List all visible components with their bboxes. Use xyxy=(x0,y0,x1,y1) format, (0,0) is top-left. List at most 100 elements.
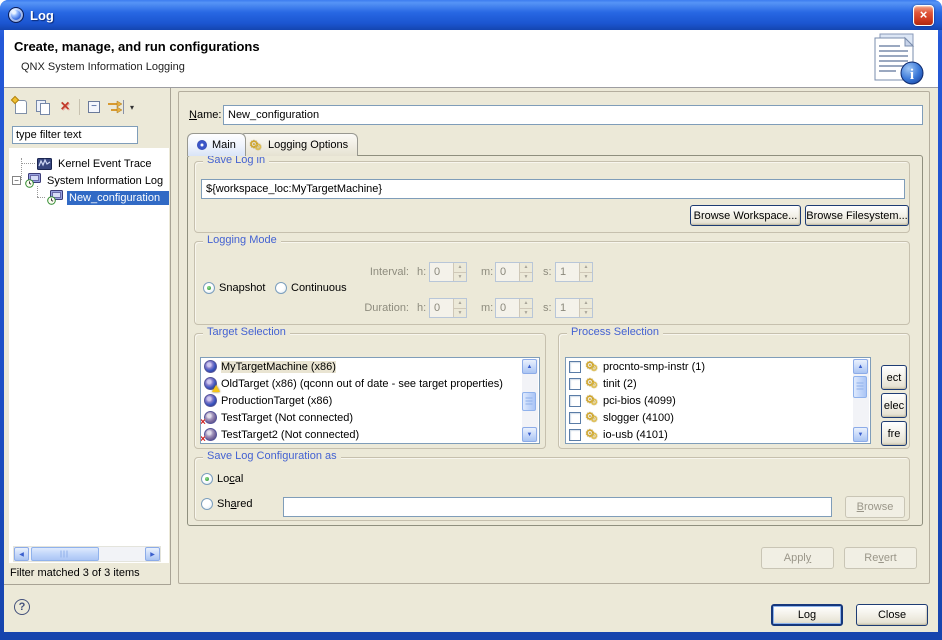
scrollbar-thumb[interactable] xyxy=(522,392,536,411)
save-log-path-input[interactable] xyxy=(201,179,905,199)
tree-item-new-configuration[interactable]: New_configuration xyxy=(9,189,169,206)
delete-icon: × xyxy=(60,100,69,114)
spin-up-icon: ▲ xyxy=(454,299,466,309)
minutes-label: m: xyxy=(481,302,493,314)
titlebar[interactable]: Log × xyxy=(0,0,942,30)
interval-minutes-spinner: 0 ▲▼ xyxy=(495,262,533,282)
scroll-up-button[interactable]: ▲ xyxy=(853,359,868,374)
process-row-io-usb[interactable]: ⚙⚙ io-usb (4101) xyxy=(566,426,870,443)
interval-hours-spinner: 0 ▲▼ xyxy=(429,262,467,282)
configuration-name-input[interactable] xyxy=(223,105,923,125)
local-radio[interactable]: Local xyxy=(201,473,243,485)
duration-seconds-spinner: 1 ▲▼ xyxy=(555,298,593,318)
spin-down-icon: ▼ xyxy=(520,309,532,318)
process-checkbox[interactable] xyxy=(569,412,581,424)
configuration-editor: Name: Main ⚙⚙ Logging Options Save Log i… xyxy=(178,91,930,584)
target-row-testtarget[interactable]: × TestTarget (Not connected) xyxy=(201,409,539,426)
minutes-label: m: xyxy=(481,266,493,278)
filter-input[interactable] xyxy=(12,126,138,144)
button-bar: ? Log Close xyxy=(4,585,938,632)
radio-icon xyxy=(275,282,287,294)
kernel-event-trace-icon xyxy=(37,157,52,171)
process-checkbox[interactable] xyxy=(569,378,581,390)
process-checkbox[interactable] xyxy=(569,361,581,373)
target-connected-icon xyxy=(204,394,217,407)
spin-down-icon: ▼ xyxy=(580,273,592,282)
browse-workspace-button[interactable]: Browse Workspace... xyxy=(690,205,801,226)
duration-hours-spinner: 0 ▲▼ xyxy=(429,298,467,318)
tree-item-system-information-log[interactable]: − System Information Log xyxy=(9,172,169,189)
spin-up-icon: ▲ xyxy=(580,299,592,309)
collapse-all-button[interactable]: − xyxy=(83,97,105,117)
process-row-pci-bios[interactable]: ⚙⚙ pci-bios (4099) xyxy=(566,392,870,409)
dropdown-caret-icon: ▾ xyxy=(130,103,134,112)
help-icon-glyph: ? xyxy=(19,601,26,613)
spin-down-icon: ▼ xyxy=(454,309,466,318)
process-list-scrollbar[interactable]: ▲ ▼ xyxy=(853,359,869,442)
continuous-radio[interactable]: Continuous xyxy=(275,282,347,294)
tree-horizontal-scrollbar[interactable]: ◀ ▶ xyxy=(13,546,161,562)
delete-configuration-button[interactable]: × xyxy=(54,97,76,117)
target-connected-icon xyxy=(204,360,217,373)
configurations-tree: Kernel Event Trace − System Information … xyxy=(9,148,169,563)
browse-filesystem-button[interactable]: Browse Filesystem... xyxy=(805,205,909,226)
select-all-button-clipped[interactable]: ect xyxy=(881,365,907,390)
logging-mode-group: Logging Mode Snapshot Continuous Interva… xyxy=(194,241,910,325)
target-row-oldtarget[interactable]: OldTarget (x86) (qconn out of date - see… xyxy=(201,375,539,392)
browse-shared-button: Browse xyxy=(845,496,905,518)
deselect-all-button-clipped[interactable]: elec xyxy=(881,393,907,418)
banner: Create, manage, and run configurations Q… xyxy=(4,30,938,88)
process-icon: ⚙⚙ xyxy=(585,394,599,407)
process-row-slogger[interactable]: ⚙⚙ slogger (4100) xyxy=(566,409,870,426)
target-row-testtarget2[interactable]: × TestTarget2 (Not connected) xyxy=(201,426,539,443)
scroll-left-button[interactable]: ◀ xyxy=(14,547,29,561)
log-button[interactable]: Log xyxy=(771,604,843,626)
revert-button: Revert xyxy=(844,547,917,569)
scroll-right-button[interactable]: ▶ xyxy=(145,547,160,561)
spin-up-icon: ▲ xyxy=(520,263,532,273)
dialog-client-area: Create, manage, and run configurations Q… xyxy=(4,30,938,632)
scrollbar-thumb[interactable] xyxy=(853,376,867,398)
target-row-mytargetmachine[interactable]: MyTargetMachine (x86) xyxy=(201,358,539,375)
filter-launch-configurations-button[interactable] xyxy=(105,97,127,117)
target-selection-group: Target Selection MyTargetMachine (x86) O… xyxy=(194,333,546,449)
shared-location-input[interactable] xyxy=(283,497,832,517)
scroll-down-button[interactable]: ▼ xyxy=(522,427,537,442)
hours-label: h: xyxy=(417,266,426,278)
duplicate-icon xyxy=(36,100,50,114)
help-button[interactable]: ? xyxy=(14,599,30,615)
new-configuration-button[interactable] xyxy=(10,97,32,117)
scroll-down-icon: ▼ xyxy=(858,432,864,438)
process-checkbox[interactable] xyxy=(569,429,581,441)
target-list-scrollbar[interactable]: ▲ ▼ xyxy=(522,359,538,442)
collapse-expander[interactable]: − xyxy=(12,176,21,185)
shared-radio[interactable]: Shared xyxy=(201,498,253,510)
process-row-tinit[interactable]: ⚙⚙ tinit (2) xyxy=(566,375,870,392)
duplicate-configuration-button[interactable] xyxy=(32,97,54,117)
spin-up-icon: ▲ xyxy=(520,299,532,309)
refresh-button-clipped[interactable]: fre xyxy=(881,421,907,446)
filter-menu-dropdown[interactable]: ▾ xyxy=(127,97,137,117)
scroll-right-icon: ▶ xyxy=(150,551,155,558)
close-button[interactable]: Close xyxy=(856,604,928,626)
scroll-down-button[interactable]: ▼ xyxy=(853,427,868,442)
tree-item-kernel-event-trace[interactable]: Kernel Event Trace xyxy=(9,155,169,172)
close-window-button[interactable]: × xyxy=(913,5,934,26)
process-row-procnto[interactable]: ⚙⚙ procnto-smp-instr (1) xyxy=(566,358,870,375)
collapse-all-icon: − xyxy=(88,101,100,113)
logging-options-icon: ⚙⚙ xyxy=(249,139,263,152)
name-label: Name: xyxy=(189,109,221,121)
scroll-up-button[interactable]: ▲ xyxy=(522,359,537,374)
process-list: ⚙⚙ procnto-smp-instr (1) ⚙⚙ tinit (2) ⚙⚙ xyxy=(565,357,871,444)
seconds-label: s: xyxy=(543,302,552,314)
group-title: Logging Mode xyxy=(203,234,281,246)
process-checkbox[interactable] xyxy=(569,395,581,407)
interval-label: Interval: xyxy=(347,266,409,278)
save-log-in-group: Save Log in Browse Workspace... Browse F… xyxy=(194,161,910,233)
scrollbar-thumb[interactable] xyxy=(31,547,99,561)
tab-main[interactable]: Main xyxy=(187,133,246,156)
snapshot-radio[interactable]: Snapshot xyxy=(203,282,265,294)
target-row-productiontarget[interactable]: ProductionTarget (x86) xyxy=(201,392,539,409)
tab-logging-options[interactable]: ⚙⚙ Logging Options xyxy=(239,133,358,156)
group-title: Save Log Configuration as xyxy=(203,450,341,462)
